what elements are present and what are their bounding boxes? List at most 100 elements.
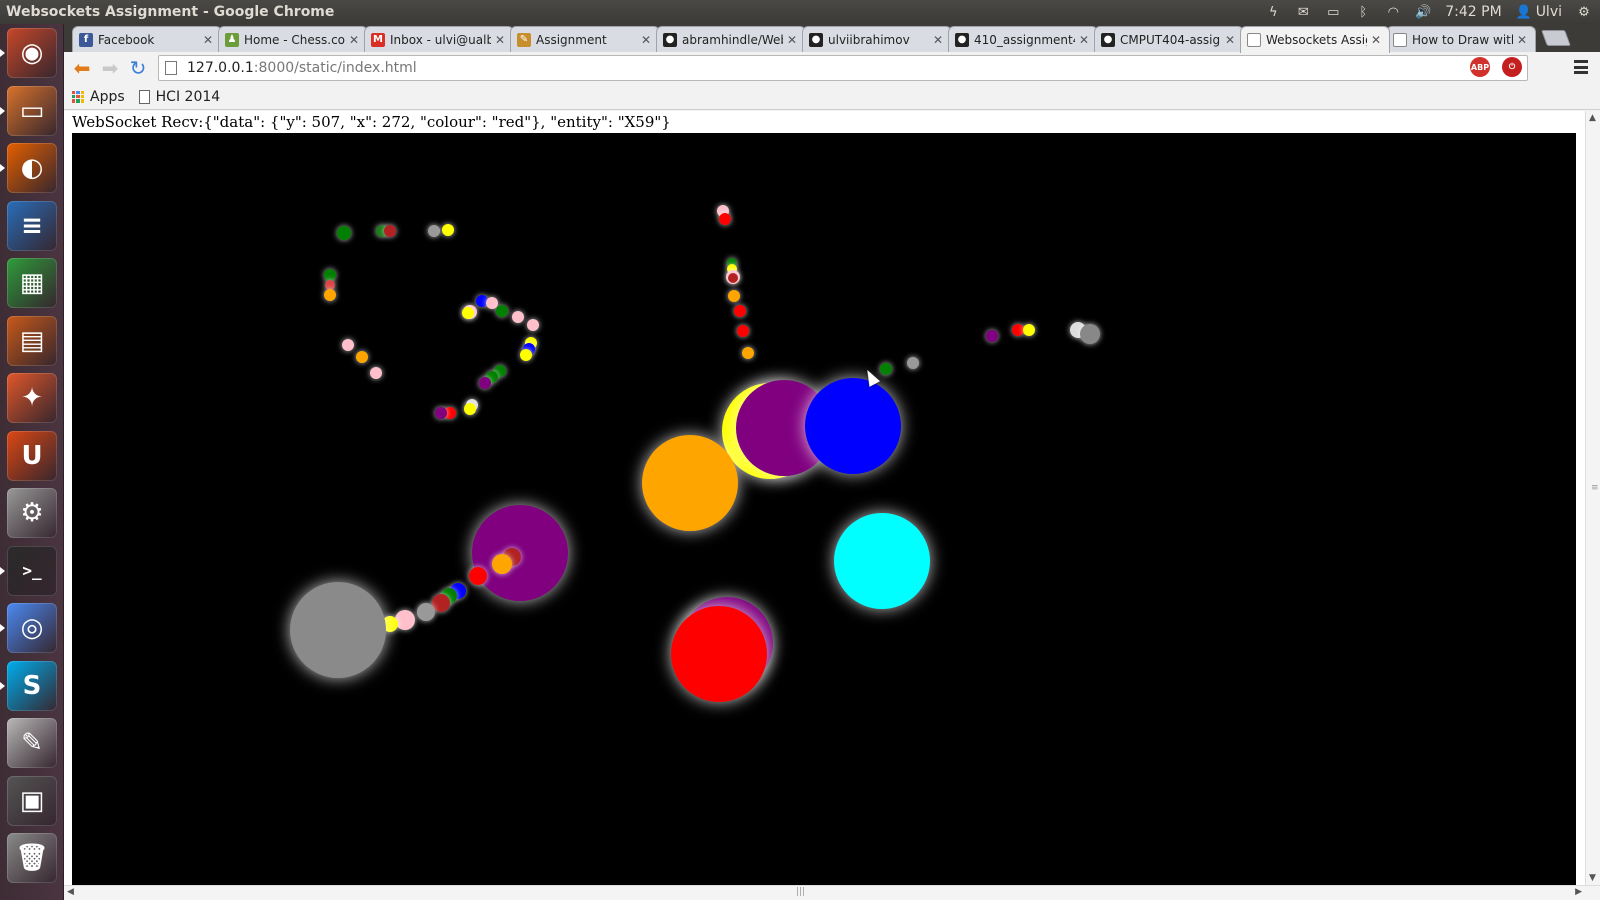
user-name: Ulvi [1535,4,1562,20]
scroll-grip-icon[interactable]: ≡ [1591,483,1599,493]
canvas-circle [1080,324,1100,344]
browser-window: f Facebook ✕ ♟ Home - Chess.com ✕ M Inbox - ulv… [64,24,1600,900]
tab-favicon-icon [1393,32,1407,47]
tab-8[interactable]: Websockets Assig ✕ [1240,26,1390,53]
close-icon[interactable]: ✕ [641,33,653,47]
text-editor-icon[interactable]: ✎ [7,718,57,768]
clock[interactable]: 7:42 PM [1445,4,1501,20]
horizontal-scrollbar[interactable]: ◀ ||| ▶ [64,885,1600,900]
power-icon[interactable]: ϟ [1265,5,1281,20]
close-icon[interactable]: ✕ [1517,33,1529,47]
canvas-circle [395,610,415,630]
bookmark-hci-2014[interactable]: HCI 2014 [138,88,221,105]
libreoffice-writer-icon[interactable]: ≡ [7,200,57,251]
bookmark-apps[interactable]: Apps [72,89,125,105]
libreoffice-impress-icon[interactable]: ▤ [7,315,57,366]
canvas-circle [324,289,336,301]
canvas-circle [671,606,767,702]
new-tab-button[interactable] [1541,30,1571,46]
drawing-canvas[interactable] [72,133,1576,885]
close-icon[interactable]: ✕ [1371,33,1383,47]
scroll-right-icon[interactable]: ▶ [1575,887,1582,897]
bluetooth-icon[interactable]: ᛒ [1355,5,1371,20]
software-center-icon[interactable]: ✦ [7,373,57,423]
tab-4[interactable]: ● abramhindle/Web ✕ [656,26,806,52]
canvas-circle [479,377,491,389]
tab-favicon-icon: ● [955,32,969,47]
canvas-circle [880,363,892,375]
close-icon[interactable]: ✕ [933,33,945,47]
running-app-indicator [0,566,5,575]
tab-9[interactable]: How to Draw with ✕ [1386,26,1536,52]
mail-icon[interactable]: ✉ [1295,5,1311,20]
battery-icon[interactable]: ▭ [1325,5,1341,20]
canvas-circle [728,290,740,302]
terminal-icon[interactable]: >_ [7,545,57,596]
close-icon[interactable]: ✕ [1079,33,1091,47]
chrome-icon[interactable]: ◎ [7,603,57,653]
canvas-circle [734,305,746,317]
scroll-down-icon[interactable]: ▼ [1589,873,1596,883]
volume-icon[interactable]: 🔊 [1415,5,1431,20]
canvas-circle [442,224,454,236]
tab-favicon-icon: ● [809,32,823,47]
close-icon[interactable]: ✕ [203,33,215,47]
scroll-grip-icon[interactable]: ||| [796,887,805,897]
trash-icon[interactable]: 🗑 [7,833,57,883]
browser-toolbar: ⬅ ➡ ↻ 127.0.0.1:8000/static/index.html ☆… [64,52,1600,84]
back-arrow-icon[interactable]: ⬅ [70,56,94,80]
canvas-circle [384,225,396,237]
tab-7[interactable]: ● CMPUT404-assign ✕ [1094,26,1244,52]
gear-icon[interactable]: ⚙ [1576,5,1592,20]
canvas-circle [520,349,532,361]
page-icon [138,89,150,104]
forward-arrow-icon[interactable]: ➡ [98,56,122,80]
workspace-switcher-icon[interactable]: ▣ [7,775,57,826]
wifi-icon[interactable]: ◠ [1385,5,1401,20]
close-icon[interactable]: ✕ [495,33,507,47]
tab-5[interactable]: ● ulviibrahimov ✕ [802,26,952,52]
canvas-circle [337,226,351,240]
adblock-plus-icon[interactable]: ABP [1470,57,1490,77]
dash-home-icon[interactable]: ◉ [7,28,57,78]
tab-favicon-icon: f [79,32,93,47]
firefox-icon[interactable]: ◐ [7,143,57,193]
close-icon[interactable]: ✕ [1225,33,1237,47]
tab-favicon-icon: ● [663,32,677,47]
user-menu[interactable]: 👤 Ulvi [1516,4,1562,20]
tab-label: Facebook [98,32,155,47]
files-icon[interactable]: ▭ [7,85,57,136]
canvas-circle [492,554,512,574]
skype-icon[interactable]: S [7,660,57,711]
ubuntu-one-icon[interactable]: U [7,430,57,481]
running-app-indicator [0,681,5,690]
canvas-circle [469,567,487,585]
tab-2[interactable]: M Inbox - ulvi@ualbe ✕ [364,26,514,52]
tab-label: Websockets Assig [1266,33,1367,47]
canvas-circle [462,307,474,319]
tab-3[interactable]: ✎ Assignment ✕ [510,26,660,52]
reload-icon[interactable]: ↻ [126,56,150,80]
running-app-indicator [0,164,5,172]
tab-label: Inbox - ulvi@ualbe [390,32,491,47]
extension-stop-icon[interactable]: ⏻ [1502,57,1522,77]
tab-6[interactable]: ● 410_assignment4 ✕ [948,26,1098,52]
scroll-up-icon[interactable]: ▲ [1589,113,1596,123]
scroll-left-icon[interactable]: ◀ [67,887,74,897]
page-icon [165,61,177,75]
canvas-circle [907,357,919,369]
vertical-scrollbar[interactable]: ▲ ≡ ▼ [1585,111,1600,885]
libreoffice-calc-icon[interactable]: ▦ [7,258,57,308]
system-settings-icon[interactable]: ⚙ [7,488,57,538]
canvas-circle [728,273,738,283]
tab-1[interactable]: ♟ Home - Chess.com ✕ [218,26,368,52]
chrome-menu-icon[interactable] [1572,58,1590,76]
canvas-circle [805,378,901,474]
canvas-circle [342,339,354,351]
address-bar[interactable]: 127.0.0.1:8000/static/index.html ☆ [158,55,1528,81]
running-app-indicator [0,49,5,57]
bookmark-label: HCI 2014 [155,88,221,105]
tab-0[interactable]: f Facebook ✕ [72,26,222,52]
close-icon[interactable]: ✕ [787,33,799,47]
close-icon[interactable]: ✕ [349,33,361,47]
